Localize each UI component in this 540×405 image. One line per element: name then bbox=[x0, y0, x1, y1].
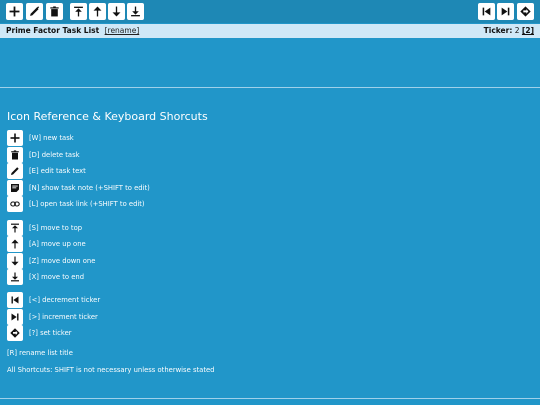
move-down-button[interactable] bbox=[108, 3, 125, 20]
to-bottom-icon bbox=[131, 6, 140, 17]
ticker-value-link[interactable]: [2] bbox=[522, 26, 534, 35]
toolbar bbox=[0, 0, 540, 23]
rename-link[interactable]: [rename] bbox=[105, 26, 140, 35]
ref-item-label: [A] move up one bbox=[29, 240, 86, 248]
skip-next-icon bbox=[11, 313, 19, 321]
decrement-ticker-button[interactable] bbox=[478, 3, 495, 20]
ref-item-label: [X] move to end bbox=[29, 273, 85, 281]
ref-item-set-ticker: [?] set ticker bbox=[7, 325, 72, 341]
to-top-icon bbox=[11, 223, 19, 233]
plus-icon bbox=[9, 6, 20, 17]
move-to-end-button[interactable] bbox=[127, 3, 144, 20]
ref-item-label: [N] show task note (+SHIFT to edit) bbox=[29, 184, 150, 192]
new-task-button[interactable] bbox=[6, 3, 23, 20]
ref-item-label: [>] increment ticker bbox=[29, 313, 98, 321]
ref-item-label: [S] move to top bbox=[29, 224, 83, 232]
increment-ticker-button[interactable] bbox=[497, 3, 514, 20]
ref-item-move-down: [Z] move down one bbox=[7, 253, 95, 269]
diamond-icon bbox=[10, 328, 20, 338]
arrow-up-icon bbox=[93, 6, 102, 17]
arrow-down-icon bbox=[112, 6, 121, 17]
diamond-icon bbox=[520, 6, 531, 17]
ref-item-move-up: [A] move up one bbox=[7, 236, 86, 252]
move-to-top-button[interactable] bbox=[70, 3, 87, 20]
to-bottom-icon bbox=[11, 272, 19, 282]
ref-item-move-top: [S] move to top bbox=[7, 220, 82, 236]
trash-icon bbox=[11, 150, 19, 160]
pencil-icon bbox=[11, 167, 19, 175]
note-icon bbox=[11, 184, 19, 192]
move-up-button[interactable] bbox=[89, 3, 106, 20]
to-top-icon bbox=[74, 6, 83, 17]
ref-item-delete-task: [D] delete task bbox=[7, 147, 80, 163]
reference-heading: Icon Reference & Keyboard Shorcuts bbox=[7, 110, 208, 123]
arrow-down-icon bbox=[11, 256, 19, 266]
list-title: Prime Factor Task List bbox=[6, 26, 100, 35]
skip-next-icon bbox=[501, 7, 510, 16]
skip-previous-icon bbox=[11, 296, 19, 304]
ref-item-label: [<] decrement ticker bbox=[29, 296, 101, 304]
trash-icon bbox=[50, 6, 59, 17]
ticker-value: 2 bbox=[514, 26, 520, 35]
ref-item-increment-ticker: [>] increment ticker bbox=[7, 309, 98, 325]
ref-item-label: [Z] move down one bbox=[29, 257, 96, 265]
link-icon bbox=[10, 201, 20, 207]
divider-bottom bbox=[0, 398, 540, 399]
shift-shortcut-note: All Shortcuts: SHIFT is not necessary un… bbox=[7, 366, 215, 374]
ticker-display: Ticker: 2 [2] bbox=[484, 24, 534, 38]
ref-item-task-note: [N] show task note (+SHIFT to edit) bbox=[7, 180, 150, 196]
pencil-icon bbox=[30, 6, 40, 16]
list-title-bar: Prime Factor Task List [rename] Ticker: … bbox=[0, 24, 540, 38]
edit-task-button[interactable] bbox=[26, 3, 43, 20]
ref-item-move-end: [X] move to end bbox=[7, 269, 84, 285]
skip-previous-icon bbox=[482, 7, 491, 16]
rename-shortcut-note: [R] rename list title bbox=[7, 349, 73, 357]
ref-item-label: [W] new task bbox=[29, 134, 74, 142]
ref-item-task-link: [L] open task link (+SHIFT to edit) bbox=[7, 196, 145, 212]
ref-item-decrement-ticker: [<] decrement ticker bbox=[7, 292, 100, 308]
divider-top bbox=[0, 87, 540, 88]
ref-item-label: [D] delete task bbox=[29, 151, 80, 159]
ref-item-label: [E] edit task text bbox=[29, 167, 86, 175]
ref-item-label: [L] open task link (+SHIFT to edit) bbox=[29, 200, 145, 208]
arrow-up-icon bbox=[11, 239, 19, 249]
plus-icon bbox=[10, 133, 20, 143]
ticker-label: Ticker: bbox=[483, 26, 513, 35]
delete-task-button[interactable] bbox=[46, 3, 63, 20]
ref-item-label: [?] set ticker bbox=[29, 329, 72, 337]
ref-item-new-task: [W] new task bbox=[7, 130, 74, 146]
ref-item-edit-task: [E] edit task text bbox=[7, 163, 86, 179]
set-ticker-button[interactable] bbox=[517, 3, 534, 20]
